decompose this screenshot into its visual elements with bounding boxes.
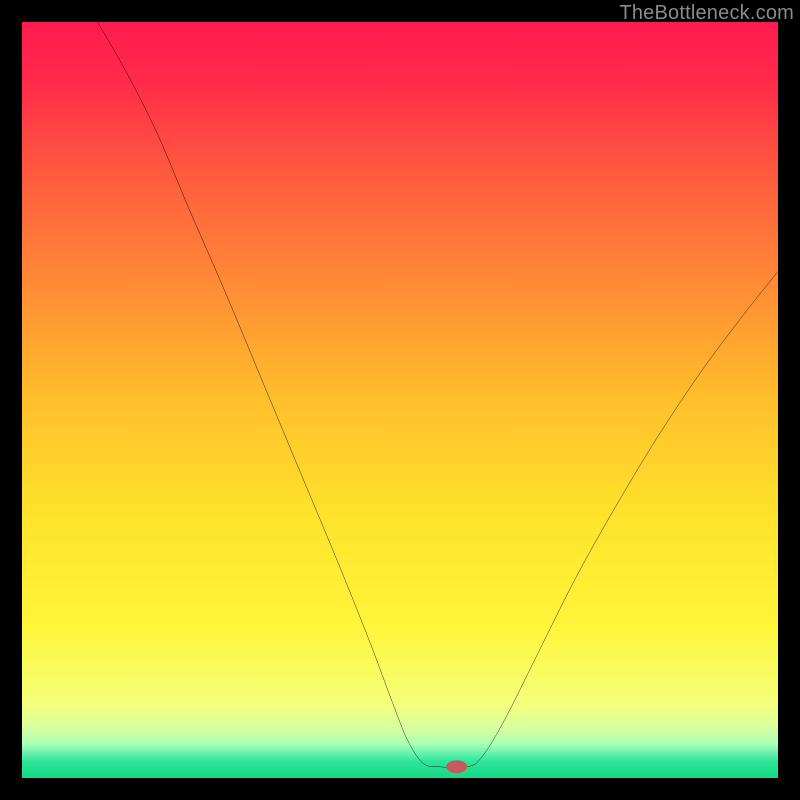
chart-stage: TheBottleneck.com <box>0 0 800 800</box>
gradient-rect <box>22 22 778 778</box>
bottleneck-chart <box>22 22 778 778</box>
plot-area <box>22 22 778 778</box>
optimal-marker <box>446 760 467 773</box>
watermark-label: TheBottleneck.com <box>619 2 794 25</box>
